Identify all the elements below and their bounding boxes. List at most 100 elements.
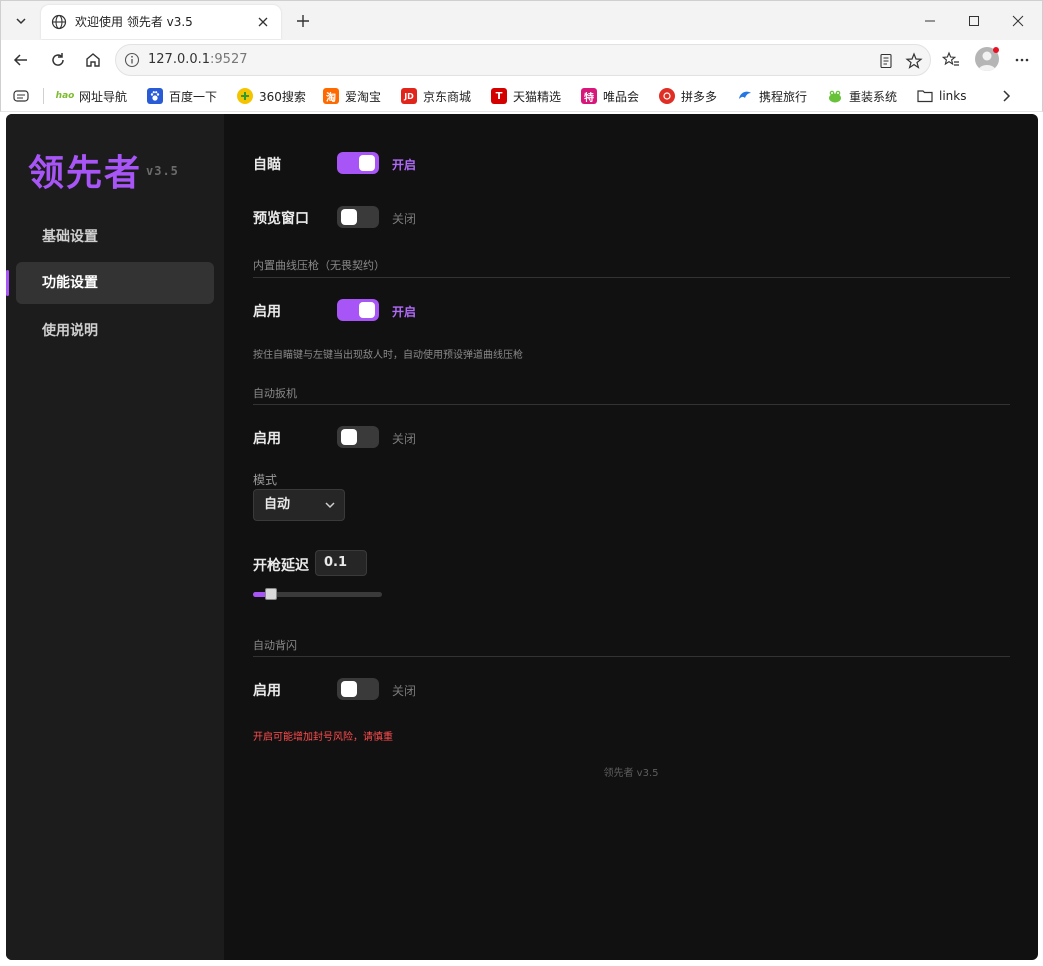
toggle-knob xyxy=(341,209,357,225)
reader-icon xyxy=(880,53,892,69)
back-button[interactable] xyxy=(7,46,35,74)
aim-label: 自瞄 xyxy=(253,157,281,173)
bookmark-360[interactable]: 360搜索 xyxy=(237,87,306,105)
delay-input[interactable]: 0.1 xyxy=(315,550,367,576)
minimize-button[interactable] xyxy=(915,7,945,35)
recoil-hint: 按住自瞄键与左键当出现敌人时，自动使用预设弹道曲线压枪 xyxy=(253,350,523,361)
bookmark-tmall[interactable]: T 天猫精选 xyxy=(491,87,561,105)
toggle-knob xyxy=(359,302,375,318)
paw-icon xyxy=(147,88,163,104)
active-indicator xyxy=(6,270,9,296)
maximize-icon xyxy=(969,16,979,26)
bookmark-reinstall[interactable]: 重装系统 xyxy=(827,87,897,105)
slider-thumb[interactable] xyxy=(265,588,277,600)
more-menu-button[interactable] xyxy=(1008,46,1036,74)
flash-toggle[interactable] xyxy=(337,678,379,700)
close-icon xyxy=(1012,15,1024,27)
reader-view-button[interactable] xyxy=(876,51,896,71)
mode-select[interactable]: 自动 xyxy=(253,489,345,521)
home-button[interactable] xyxy=(79,46,107,74)
delay-slider[interactable] xyxy=(253,588,382,600)
bookmark-label: 重装系统 xyxy=(849,89,898,104)
flash-section-title: 自动背闪 xyxy=(253,639,297,652)
toggle-knob xyxy=(359,155,375,171)
bookmark-label: 网址导航 xyxy=(79,89,128,104)
footer-version: 领先者 v3.5 xyxy=(603,768,659,779)
bookmark-label: 携程旅行 xyxy=(759,89,808,104)
refresh-button[interactable] xyxy=(44,46,72,74)
trigger-state: 关闭 xyxy=(392,432,417,446)
bookmarks-overflow-button[interactable] xyxy=(999,87,1013,105)
browser-tab[interactable]: 欢迎使用 领先者 v3.5 xyxy=(41,5,281,39)
notification-dot xyxy=(993,47,999,53)
globe-icon xyxy=(51,14,67,30)
bookmark-label: 360搜索 xyxy=(259,89,306,104)
frog-icon xyxy=(827,88,843,104)
sidebar: 领先者 v3.5 基础设置 功能设置 使用说明 xyxy=(6,114,224,960)
more-icon xyxy=(1015,58,1029,62)
bookmark-taobao[interactable]: 淘爱淘宝 xyxy=(323,87,381,105)
brand-title: 领先者 xyxy=(28,153,143,194)
search-360-icon xyxy=(237,88,253,104)
sidebar-item-features[interactable]: 功能设置 xyxy=(16,262,214,304)
divider xyxy=(43,88,44,104)
vip-icon: 特 xyxy=(581,88,597,104)
close-icon xyxy=(258,17,268,27)
chevron-down-icon xyxy=(325,502,335,509)
favorites-icon xyxy=(942,51,959,66)
arrow-left-icon xyxy=(13,54,27,66)
address-field[interactable]: 127.0.0.1:9527 xyxy=(115,44,931,76)
flash-warning: 开启可能增加封号风险，请慎重 xyxy=(253,732,393,743)
tab-list-button[interactable] xyxy=(7,7,35,35)
bookmark-label: 天猫精选 xyxy=(513,89,562,104)
dolphin-icon xyxy=(737,88,753,104)
bookmark-label: 唯品会 xyxy=(603,89,640,104)
trigger-toggle[interactable] xyxy=(337,426,379,448)
star-icon xyxy=(905,52,923,69)
maximize-button[interactable] xyxy=(959,7,989,35)
trigger-enable-label: 启用 xyxy=(253,431,281,447)
sidebar-item-basic[interactable]: 基础设置 xyxy=(16,216,214,258)
recoil-enable-label: 启用 xyxy=(253,304,281,320)
toggle-knob xyxy=(341,429,357,445)
bookmarks-bar: hao 网址导航 百度一下 360搜索 淘爱淘宝 JD 京东商城 T 天猫精选 特唯品… xyxy=(0,80,1043,112)
app-window: 领先者 v3.5 基础设置 功能设置 使用说明 自瞄 开启 预览窗口 关闭 内置… xyxy=(6,114,1038,960)
sidebar-item-instructions[interactable]: 使用说明 xyxy=(16,310,214,352)
taobao-icon: 淘 xyxy=(323,88,339,104)
tab-close-button[interactable] xyxy=(253,12,273,32)
chevron-right-icon xyxy=(1003,90,1011,102)
jd-icon: JD xyxy=(401,88,417,104)
bookmark-pdd[interactable]: 拼多多 xyxy=(659,87,717,105)
collections-button[interactable] xyxy=(13,87,31,105)
mode-value: 自动 xyxy=(264,497,291,512)
close-window-button[interactable] xyxy=(1003,7,1033,35)
preview-toggle[interactable] xyxy=(337,206,379,228)
favorites-button[interactable] xyxy=(937,46,965,74)
aim-toggle[interactable] xyxy=(337,152,379,174)
settings-panel: 自瞄 开启 预览窗口 关闭 内置曲线压枪（无畏契约） 启用 开启 按住自瞄键与左… xyxy=(224,114,1038,960)
toggle-knob xyxy=(341,681,357,697)
divider xyxy=(253,656,1010,657)
tab-title: 欢迎使用 领先者 v3.5 xyxy=(75,15,193,29)
collections-icon xyxy=(13,90,29,102)
url-text: 127.0.0.1:9527 xyxy=(148,52,248,67)
recoil-state: 开启 xyxy=(392,305,417,319)
minimize-icon xyxy=(925,20,935,22)
mode-label: 模式 xyxy=(253,473,278,487)
bookmark-hao[interactable]: hao 网址导航 xyxy=(56,87,128,105)
favorite-star-button[interactable] xyxy=(904,51,924,71)
bookmark-ctrip[interactable]: 携程旅行 xyxy=(737,87,807,105)
preview-state: 关闭 xyxy=(392,212,417,226)
sidebar-item-label: 使用说明 xyxy=(42,323,98,339)
bookmark-jd[interactable]: JD 京东商城 xyxy=(401,87,471,105)
tmall-icon: T xyxy=(491,88,507,104)
recoil-toggle[interactable] xyxy=(337,299,379,321)
bookmark-folder-links[interactable]: links xyxy=(917,87,966,105)
bookmark-label: 拼多多 xyxy=(681,89,718,104)
bookmark-label: 爱淘宝 xyxy=(345,89,382,104)
bookmark-vip[interactable]: 特唯品会 xyxy=(581,87,639,105)
new-tab-button[interactable] xyxy=(291,9,315,33)
bookmark-baidu[interactable]: 百度一下 xyxy=(147,87,217,105)
folder-icon xyxy=(917,88,933,104)
bookmark-label: 百度一下 xyxy=(169,89,218,104)
